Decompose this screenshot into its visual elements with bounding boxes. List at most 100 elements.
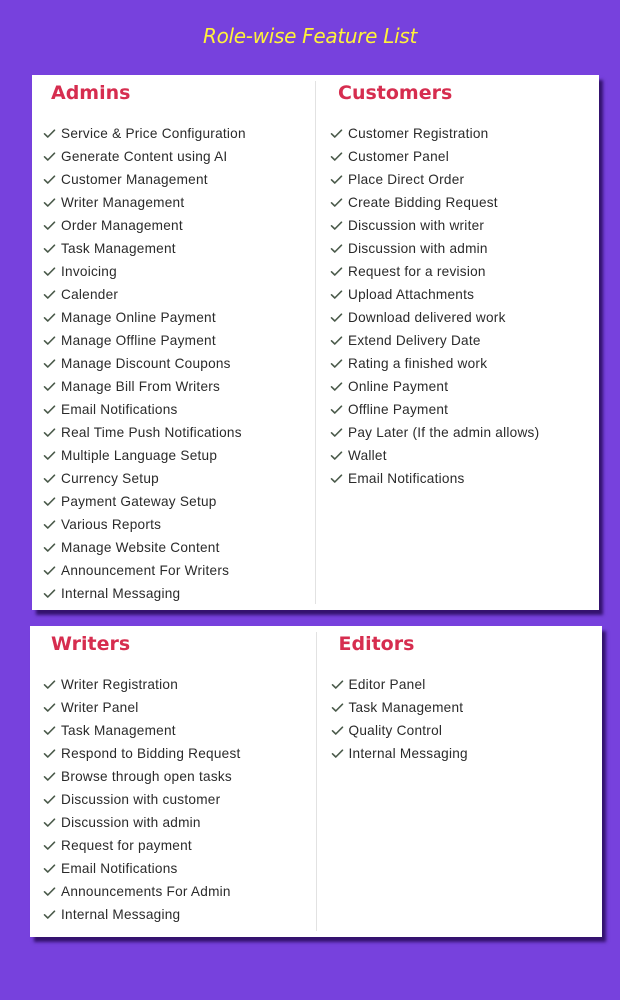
feature-list-customers: Customer Registration Customer Panel Place… <box>330 122 599 490</box>
feature-label: Task Management <box>61 241 176 256</box>
feature-label: Browse through open tasks <box>61 769 232 784</box>
check-icon <box>330 357 343 370</box>
feature-label: Various Reports <box>61 517 162 532</box>
check-icon <box>330 265 343 278</box>
feature-item: Customer Panel <box>330 145 599 168</box>
role-heading-editors: Editors <box>338 633 415 655</box>
check-icon <box>43 793 56 806</box>
feature-label: Task Management <box>348 700 464 715</box>
feature-item: Quality Control <box>331 719 603 742</box>
role-heading-admins: Admins <box>51 82 131 104</box>
feature-item: Task Management <box>43 719 316 742</box>
feature-item: Upload Attachments <box>330 283 599 306</box>
check-icon <box>43 541 56 554</box>
check-icon <box>43 472 56 485</box>
check-icon <box>330 426 343 439</box>
feature-label: Request for a revision <box>348 264 486 279</box>
check-icon <box>330 242 343 255</box>
feature-item: Internal Messaging <box>43 903 316 926</box>
check-icon <box>43 724 56 737</box>
feature-item: Email Notifications <box>43 398 315 421</box>
check-icon <box>330 127 343 140</box>
feature-item: Extend Delivery Date <box>330 329 599 352</box>
feature-label: Writer Panel <box>61 700 139 715</box>
check-icon <box>43 426 56 439</box>
feature-label: Email Notifications <box>61 402 178 417</box>
feature-label: Upload Attachments <box>348 287 475 302</box>
check-icon <box>43 495 56 508</box>
feature-label: Discussion with writer <box>348 218 485 233</box>
feature-item: Browse through open tasks <box>43 765 316 788</box>
feature-list-editors: Editor Panel Task Management Quality Contr… <box>331 673 603 765</box>
role-heading-writers: Writers <box>51 633 131 655</box>
feature-item: Customer Management <box>43 168 315 191</box>
feature-list-writers: Writer Registration Writer Panel Task Mana… <box>43 673 316 926</box>
check-icon <box>330 173 343 186</box>
feature-item: Respond to Bidding Request <box>43 742 316 765</box>
feature-item: Editor Panel <box>331 673 603 696</box>
check-icon <box>330 311 343 324</box>
check-icon <box>43 518 56 531</box>
feature-label: Create Bidding Request <box>348 195 498 210</box>
feature-item: Multiple Language Setup <box>43 444 315 467</box>
feature-item: Manage Offline Payment <box>43 329 315 352</box>
feature-label: Request for payment <box>61 838 192 853</box>
check-icon <box>43 242 56 255</box>
feature-label: Discussion with customer <box>61 792 221 807</box>
feature-item: Service & Price Configuration <box>43 122 315 145</box>
feature-item: Download delivered work <box>330 306 599 329</box>
feature-item: Writer Panel <box>43 696 316 719</box>
feature-label: Quality Control <box>348 723 443 738</box>
feature-label: Generate Content using AI <box>61 149 228 164</box>
feature-item: Writer Management <box>43 191 315 214</box>
feature-item: Announcements For Admin <box>43 880 316 903</box>
feature-item: Discussion with admin <box>43 811 316 834</box>
feature-item: Generate Content using AI <box>43 145 315 168</box>
feature-label: Internal Messaging <box>61 907 181 922</box>
check-icon <box>43 816 56 829</box>
feature-item: Manage Discount Coupons <box>43 352 315 375</box>
check-icon <box>43 150 56 163</box>
feature-item: Rating a finished work <box>330 352 599 375</box>
check-icon <box>43 449 56 462</box>
check-icon <box>43 403 56 416</box>
feature-item: Task Management <box>43 237 315 260</box>
feature-label: Task Management <box>61 723 176 738</box>
feature-item: Manage Bill From Writers <box>43 375 315 398</box>
feature-label: Writer Registration <box>61 677 179 692</box>
feature-label: Customer Management <box>61 172 208 187</box>
feature-item: Currency Setup <box>43 467 315 490</box>
check-icon <box>43 265 56 278</box>
feature-label: Email Notifications <box>348 471 465 486</box>
check-icon <box>43 862 56 875</box>
check-icon <box>43 127 56 140</box>
check-icon <box>43 885 56 898</box>
feature-item: Task Management <box>331 696 603 719</box>
feature-label: Order Management <box>61 218 183 233</box>
feature-item: Request for a revision <box>330 260 599 283</box>
feature-item: Customer Registration <box>330 122 599 145</box>
feature-item: Internal Messaging <box>43 582 315 605</box>
check-icon <box>43 770 56 783</box>
feature-card-bottom: Writers Writer Registration Writer Panel T… <box>30 626 602 937</box>
feature-item: Writer Registration <box>43 673 316 696</box>
feature-label: Email Notifications <box>61 861 178 876</box>
check-icon <box>331 747 344 760</box>
feature-label: Discussion with admin <box>348 241 488 256</box>
feature-item: Discussion with admin <box>330 237 599 260</box>
feature-label: Manage Online Payment <box>61 310 216 325</box>
feature-label: Online Payment <box>348 379 449 394</box>
feature-label: Manage Bill From Writers <box>61 379 221 394</box>
feature-label: Payment Gateway Setup <box>61 494 217 509</box>
feature-label: Rating a finished work <box>348 356 488 371</box>
check-icon <box>330 334 343 347</box>
check-icon <box>43 587 56 600</box>
feature-item: Online Payment <box>330 375 599 398</box>
feature-label: Customer Panel <box>348 149 449 164</box>
feature-label: Respond to Bidding Request <box>61 746 241 761</box>
feature-card-top: Admins Service & Price Configuration Gene… <box>32 75 599 610</box>
feature-item: Internal Messaging <box>331 742 603 765</box>
check-icon <box>43 564 56 577</box>
check-icon <box>43 173 56 186</box>
feature-item: Discussion with writer <box>330 214 599 237</box>
